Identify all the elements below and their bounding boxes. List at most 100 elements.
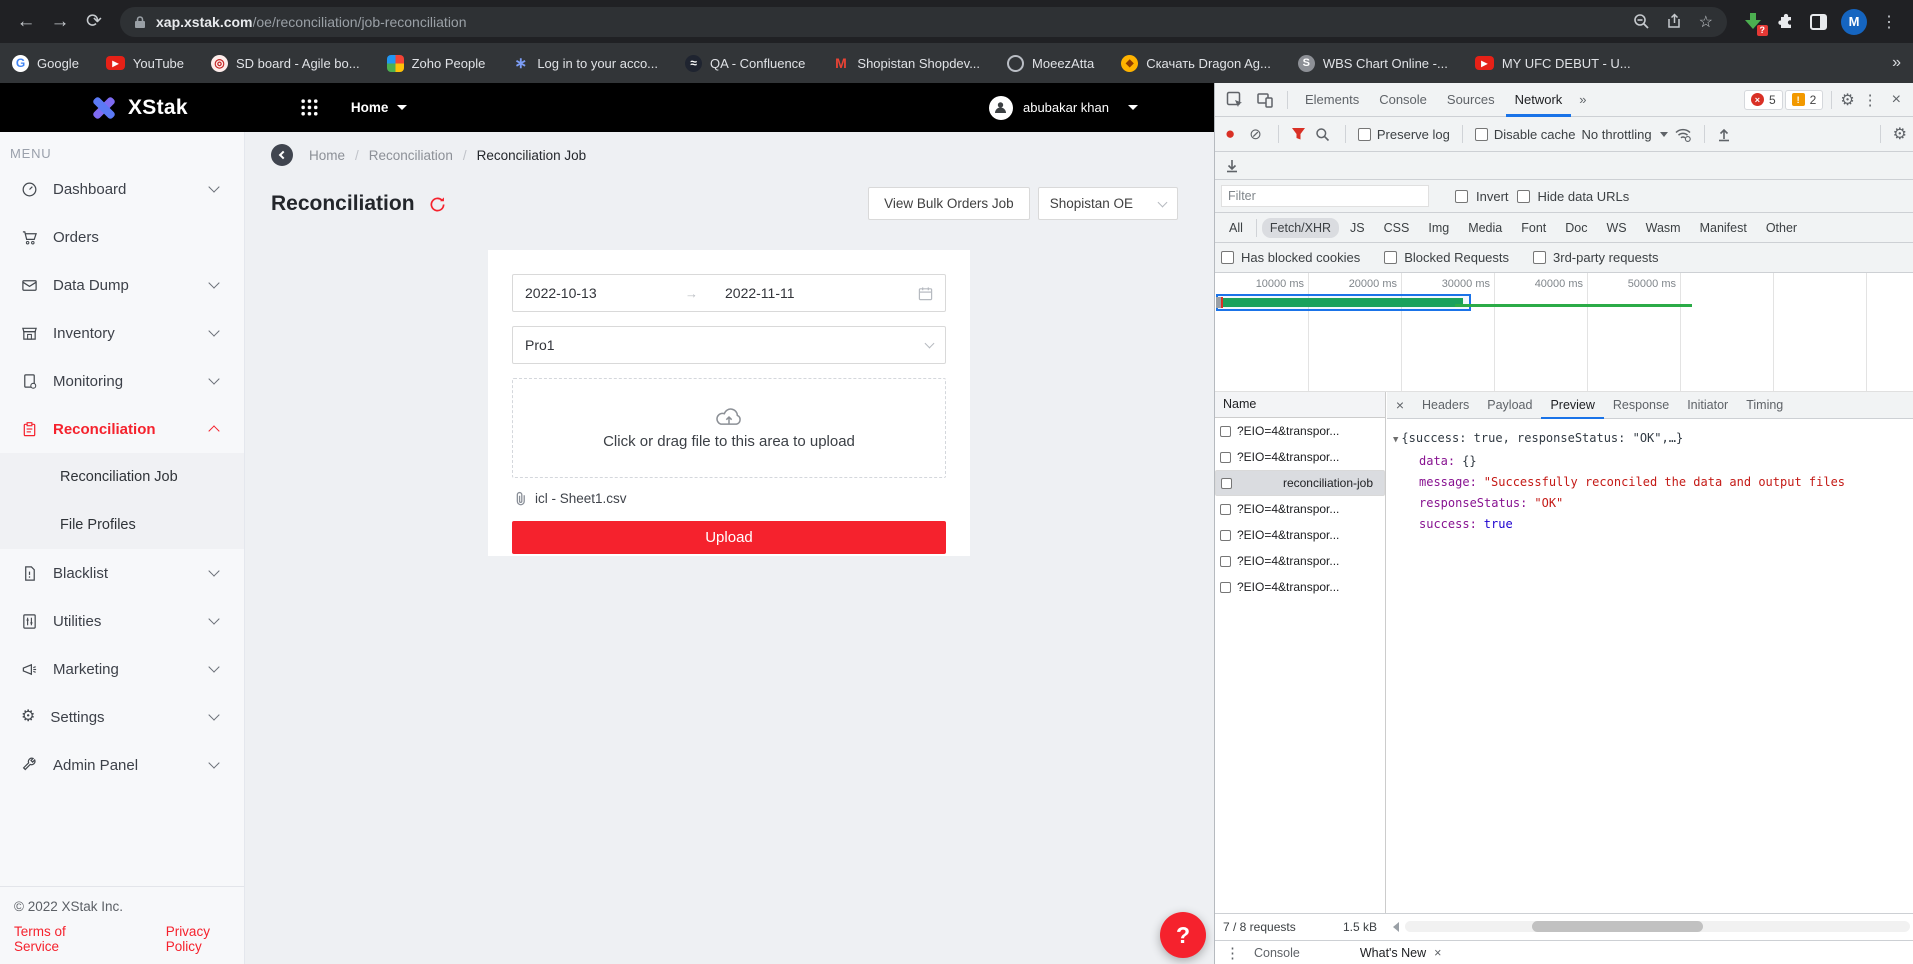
request-checkbox[interactable] (1220, 504, 1231, 515)
json-root-line[interactable]: ▼{success: true, responseStatus: "OK",…} (1393, 428, 1909, 451)
network-filter-input[interactable] (1221, 185, 1429, 207)
bookmark-star-icon[interactable]: ☆ (1699, 12, 1713, 32)
expander-arrow-icon[interactable]: ▼ (1393, 435, 1398, 445)
bookmark-moeezatta[interactable]: MoeezAtta (1007, 55, 1094, 72)
sidebar-item-orders[interactable]: Orders (0, 213, 244, 261)
share-icon[interactable] (1666, 13, 1683, 30)
whats-new-tab[interactable]: What's New × (1360, 946, 1442, 960)
chip-js[interactable]: JS (1342, 218, 1373, 238)
reload-icon[interactable]: ⟳ (78, 6, 110, 38)
sidebar-item-admin-panel[interactable]: Admin Panel (0, 741, 244, 789)
tab-sources[interactable]: Sources (1438, 83, 1504, 117)
date-from-value[interactable]: 2022-10-13 (525, 285, 685, 301)
request-row[interactable]: ?EIO=4&transpor... (1215, 522, 1385, 548)
request-row[interactable]: ?EIO=4&transpor... (1215, 496, 1385, 522)
scrollbar-thumb[interactable] (1532, 921, 1703, 932)
sidebar-item-utilities[interactable]: Utilities (0, 597, 244, 645)
sidebar-item-inventory[interactable]: Inventory (0, 309, 244, 357)
request-checkbox[interactable] (1220, 530, 1231, 541)
chip-manifest[interactable]: Manifest (1692, 218, 1755, 238)
upload-button[interactable]: Upload (512, 521, 946, 554)
blocked-cookies-checkbox[interactable] (1221, 251, 1234, 264)
device-toolbar-icon[interactable] (1251, 91, 1279, 109)
download-har-icon[interactable] (1221, 158, 1243, 173)
sidebar-item-marketing[interactable]: Marketing (0, 645, 244, 693)
record-icon[interactable]: ● (1221, 124, 1239, 144)
terms-of-service-link[interactable]: Terms of Service (14, 924, 108, 954)
attached-file[interactable]: icl - Sheet1.csv (512, 491, 946, 506)
request-checkbox[interactable] (1220, 556, 1231, 567)
sidebar-item-settings[interactable]: ⚙ Settings (0, 693, 244, 741)
browser-profile-avatar[interactable]: M (1841, 9, 1867, 35)
chip-font[interactable]: Font (1513, 218, 1554, 238)
network-settings-icon[interactable]: ⚙ (1893, 124, 1907, 144)
request-row-selected[interactable]: reconciliation-job (1215, 470, 1385, 496)
request-checkbox[interactable] (1220, 426, 1231, 437)
chip-img[interactable]: Img (1420, 218, 1457, 238)
chip-css[interactable]: CSS (1376, 218, 1418, 238)
chip-doc[interactable]: Doc (1557, 218, 1595, 238)
clear-icon[interactable]: ⊘ (1245, 125, 1266, 143)
warning-counter[interactable]: ! 2 (1785, 90, 1824, 110)
search-icon[interactable] (1312, 127, 1333, 142)
devtools-settings-icon[interactable]: ⚙ (1840, 90, 1854, 110)
back-circle-button[interactable] (271, 144, 293, 166)
view-bulk-orders-button[interactable]: View Bulk Orders Job (868, 187, 1030, 220)
store-select[interactable]: Shopistan OE (1038, 187, 1178, 220)
network-conditions-icon[interactable] (1674, 127, 1692, 142)
drawer-menu-icon[interactable]: ⋮ (1219, 944, 1246, 962)
workspace-selector[interactable]: Home (351, 100, 389, 115)
bookmark-zoho[interactable]: Zoho People (387, 55, 486, 72)
whats-new-close-icon[interactable]: × (1434, 946, 1441, 960)
sidebar-item-data-dump[interactable]: Data Dump (0, 261, 244, 309)
refresh-icon[interactable] (429, 196, 446, 213)
request-checkbox[interactable] (1220, 452, 1231, 463)
privacy-policy-link[interactable]: Privacy Policy (166, 924, 244, 954)
bookmark-dragon[interactable]: ◆Скачать Dragon Ag... (1121, 55, 1271, 72)
back-icon[interactable]: ← (10, 6, 42, 38)
profile-select[interactable]: Pro1 (512, 326, 946, 364)
file-dropzone[interactable]: Click or drag file to this area to uploa… (512, 378, 946, 478)
chip-all[interactable]: All (1221, 218, 1251, 238)
request-row[interactable]: ?EIO=4&transpor... (1215, 574, 1385, 600)
date-to-value[interactable]: 2022-11-11 (725, 285, 918, 301)
date-range-picker[interactable]: 2022-10-13 → 2022-11-11 (512, 274, 946, 312)
sidebar-item-monitoring[interactable]: Monitoring (0, 357, 244, 405)
hide-data-urls-checkbox[interactable] (1517, 190, 1530, 203)
filter-funnel-icon[interactable] (1291, 127, 1306, 141)
chip-media[interactable]: Media (1460, 218, 1510, 238)
request-checkbox[interactable] (1220, 582, 1231, 593)
tab-console[interactable]: Console (1370, 83, 1436, 117)
sidebar-item-reconciliation[interactable]: Reconciliation (0, 405, 244, 453)
bookmark-login[interactable]: ∗Log in to your acco... (512, 55, 658, 72)
request-row[interactable]: ?EIO=4&transpor... (1215, 418, 1385, 444)
inspect-element-icon[interactable] (1221, 91, 1249, 109)
request-row[interactable]: ?EIO=4&transpor... (1215, 444, 1385, 470)
detail-close-icon[interactable]: × (1387, 397, 1413, 413)
devtools-menu-icon[interactable]: ⋮ (1857, 91, 1884, 109)
detail-tab-headers[interactable]: Headers (1413, 392, 1478, 419)
chip-other[interactable]: Other (1758, 218, 1805, 238)
address-bar[interactable]: xap.xstak.com /oe/reconciliation/job-rec… (120, 7, 1727, 37)
throttling-select[interactable]: No throttling (1582, 127, 1668, 142)
zoom-out-icon[interactable] (1633, 13, 1650, 30)
horizontal-scrollbar[interactable] (1405, 921, 1910, 932)
chip-ws[interactable]: WS (1598, 218, 1634, 238)
breadcrumb-home[interactable]: Home (309, 148, 345, 163)
bookmark-shopistan[interactable]: MShopistan Shopdev... (832, 55, 980, 72)
bookmark-wbs-chart[interactable]: SWBS Chart Online -... (1298, 55, 1448, 72)
extensions-puzzle-icon[interactable] (1777, 12, 1796, 31)
import-har-icon[interactable] (1717, 127, 1731, 142)
detail-tab-payload[interactable]: Payload (1478, 392, 1541, 419)
bookmark-google[interactable]: GGoogle (12, 55, 79, 72)
chip-fetch-xhr[interactable]: Fetch/XHR (1262, 218, 1339, 238)
sidebar-item-blacklist[interactable]: Blacklist (0, 549, 244, 597)
devtools-close-icon[interactable]: × (1886, 91, 1907, 109)
drawer-console-label[interactable]: Console (1254, 946, 1300, 960)
bookmark-youtube[interactable]: ▶YouTube (106, 56, 184, 71)
third-party-checkbox[interactable] (1533, 251, 1546, 264)
chip-wasm[interactable]: Wasm (1638, 218, 1689, 238)
help-button[interactable]: ? (1160, 912, 1206, 958)
invert-checkbox[interactable] (1455, 190, 1468, 203)
request-checkbox[interactable] (1221, 478, 1232, 489)
